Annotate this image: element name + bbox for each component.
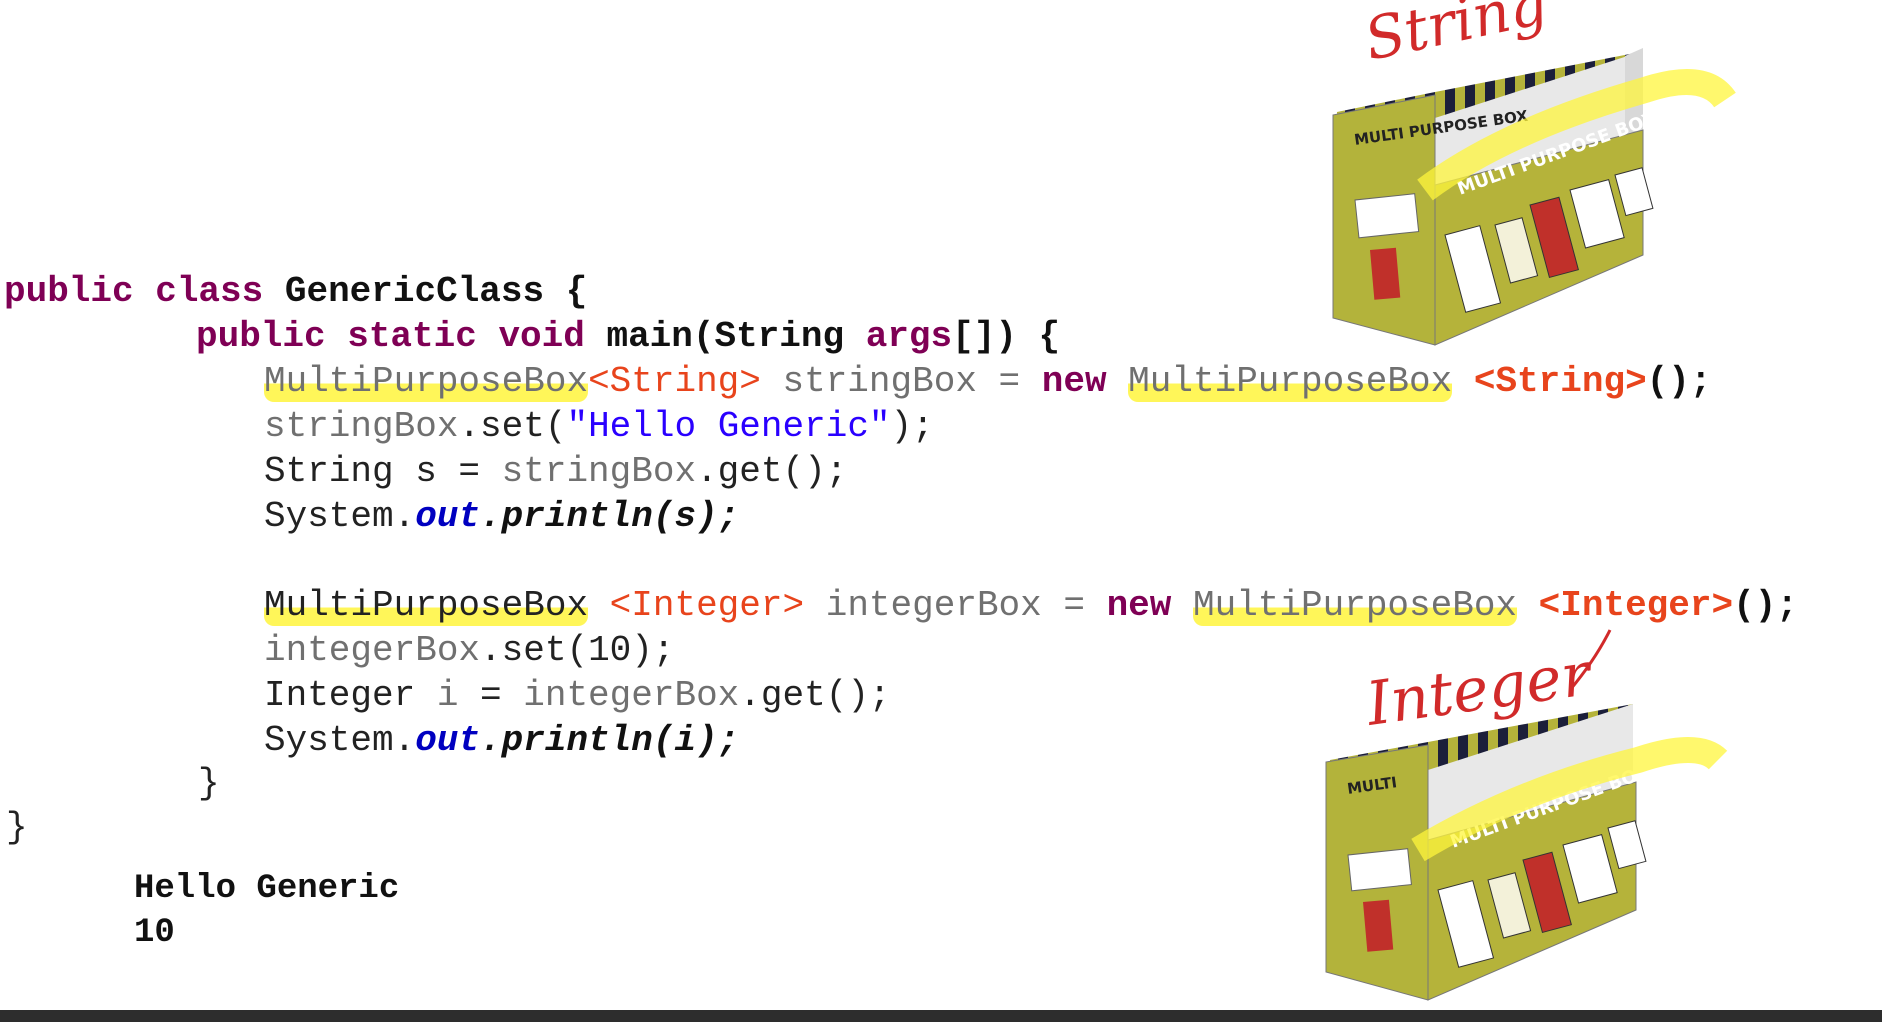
- method-call: .set(10);: [480, 630, 675, 671]
- var-ref: stringBox: [501, 451, 697, 492]
- var-decl: stringBox =: [760, 361, 1042, 402]
- annotation-integer-handwriting: Integer: [1361, 629, 1612, 740]
- code-line-9: Integer i = integerBox.get();: [264, 674, 891, 718]
- program-output-line-1: Hello Generic: [134, 870, 400, 908]
- closing-brace: }: [198, 763, 220, 804]
- static-field: out: [415, 496, 481, 537]
- class-name: GenericClass {: [284, 271, 588, 312]
- var-ref: stringBox: [264, 406, 459, 447]
- method-call: .set(: [458, 406, 567, 447]
- method-call: .println(s);: [480, 496, 740, 537]
- code-line-1: public class GenericClass {: [4, 270, 587, 314]
- statement-end: );: [890, 406, 934, 447]
- generic-param: <String>: [588, 361, 761, 402]
- method-signature: main(String: [606, 316, 866, 357]
- code-line-4: stringBox.set("Hello Generic");: [264, 405, 934, 449]
- generic-param: <String>: [1452, 361, 1647, 402]
- keyword-new: new: [1041, 361, 1107, 402]
- static-field: out: [415, 720, 481, 761]
- code-line-11: }: [198, 762, 220, 806]
- annotation-string-text: String: [1360, 0, 1553, 74]
- generic-param: <Integer>: [588, 585, 805, 626]
- annotation-string-handwriting: String: [1360, 0, 1553, 74]
- statement-end: ();: [1646, 361, 1712, 402]
- keyword: public static void: [196, 316, 607, 357]
- var-ref: integerBox: [264, 630, 481, 671]
- bottom-bar: [0, 1010, 1882, 1022]
- code-line-2: public static void main(String args[]) {: [196, 315, 1060, 359]
- code-line-6: System.out.println(s);: [264, 495, 739, 539]
- var-decl: String s =: [264, 451, 502, 492]
- var-ref: integerBox: [523, 675, 740, 716]
- code-line-5: String s = stringBox.get();: [264, 450, 847, 494]
- method-call: .get();: [696, 451, 848, 492]
- signature-end: []) {: [952, 316, 1061, 357]
- type-name: MultiPurposeBox: [264, 585, 589, 626]
- var-name: i: [436, 675, 459, 716]
- class-ref: System.: [264, 496, 416, 537]
- type-name: MultiPurposeBox: [264, 361, 589, 402]
- closing-brace: }: [6, 807, 28, 848]
- string-literal: "Hello Generic": [566, 406, 891, 447]
- class-ref: System.: [264, 720, 416, 761]
- code-line-10: System.out.println(i);: [264, 719, 739, 763]
- method-call: .get();: [739, 675, 891, 716]
- code-line-8: integerBox.set(10);: [264, 629, 674, 673]
- var-decl: integerBox =: [804, 585, 1107, 626]
- code-line-3: MultiPurposeBox<String> stringBox = new …: [264, 360, 1711, 404]
- method-call: .println(i);: [480, 720, 740, 761]
- program-output-line-2: 10: [134, 914, 175, 952]
- annotation-integer-text: Integer: [1361, 639, 1597, 740]
- operator: =: [458, 675, 524, 716]
- var-decl: Integer: [264, 675, 437, 716]
- keyword: public class: [4, 271, 285, 312]
- param-name: args: [865, 316, 953, 357]
- statement-end: ();: [1733, 585, 1798, 626]
- code-line-12: }: [6, 806, 28, 850]
- keyword-new: new: [1106, 585, 1172, 626]
- type-name: MultiPurposeBox: [1128, 361, 1453, 402]
